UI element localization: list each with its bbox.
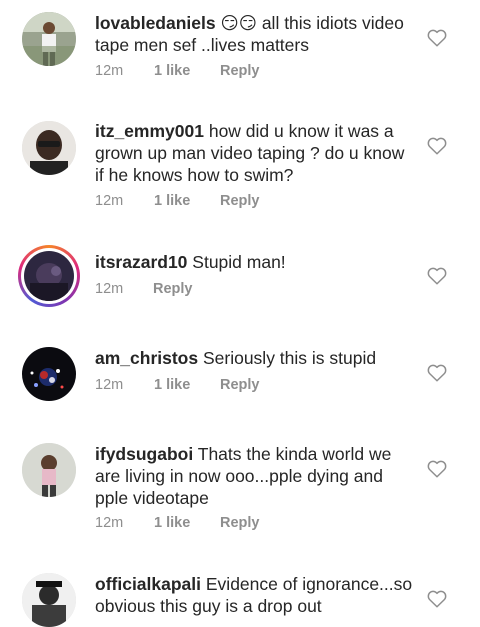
comment-likes[interactable]: 1 like [154,191,190,211]
heart-icon[interactable] [427,460,447,478]
heart-icon[interactable] [427,590,447,608]
comment-text-block: officialkapali Evidence of ignorance...s… [95,573,413,617]
comment-text-block: lovabledaniels 😏😏 all this idiots video … [95,12,413,56]
comment-username[interactable]: lovabledaniels [95,13,216,33]
comment-text-block: am_christos Seriously this is stupid [95,347,413,369]
comment-time: 12m [95,515,124,531]
comment-username[interactable]: am_christos [95,348,198,368]
heart-icon[interactable] [427,364,447,382]
avatar[interactable] [22,347,76,401]
heart-icon[interactable] [427,29,447,47]
reply-button[interactable]: Reply [220,61,260,81]
comment-time: 12m [95,281,124,297]
comment-username[interactable]: itz_emmy001 [95,121,204,141]
avatar[interactable] [22,12,76,66]
comment-text-block: ifydsugaboi Thats the kinda world we are… [95,443,413,509]
reply-button[interactable]: Reply [153,279,193,299]
comment-text-block: itz_emmy001 how did u know it was a grow… [95,120,413,186]
avatar[interactable] [22,121,76,175]
comment-time: 12m [95,193,124,209]
avatar[interactable] [22,443,76,497]
heart-icon[interactable] [427,137,447,155]
comment-text: Seriously this is stupid [198,348,377,368]
reply-button[interactable]: Reply [220,191,260,211]
heart-icon[interactable] [427,267,447,285]
comment-text-block: itsrazard10 Stupid man! [95,251,413,273]
comment-text: Stupid man! [187,252,286,272]
avatar[interactable] [22,573,76,627]
comment-likes[interactable]: 1 like [154,61,190,81]
avatar-image [24,251,74,301]
comment-time: 12m [95,63,124,79]
avatar[interactable] [18,245,80,307]
comment-likes[interactable]: 1 like [154,375,190,395]
story-ring [21,248,77,304]
comment-likes[interactable]: 1 like [154,513,190,533]
reply-button[interactable]: Reply [220,513,260,533]
comment-time: 12m [95,377,124,393]
reply-button[interactable]: Reply [220,375,260,395]
comment-username[interactable]: officialkapali [95,574,201,594]
comment-username[interactable]: ifydsugaboi [95,444,193,464]
comment-username[interactable]: itsrazard10 [95,252,187,272]
